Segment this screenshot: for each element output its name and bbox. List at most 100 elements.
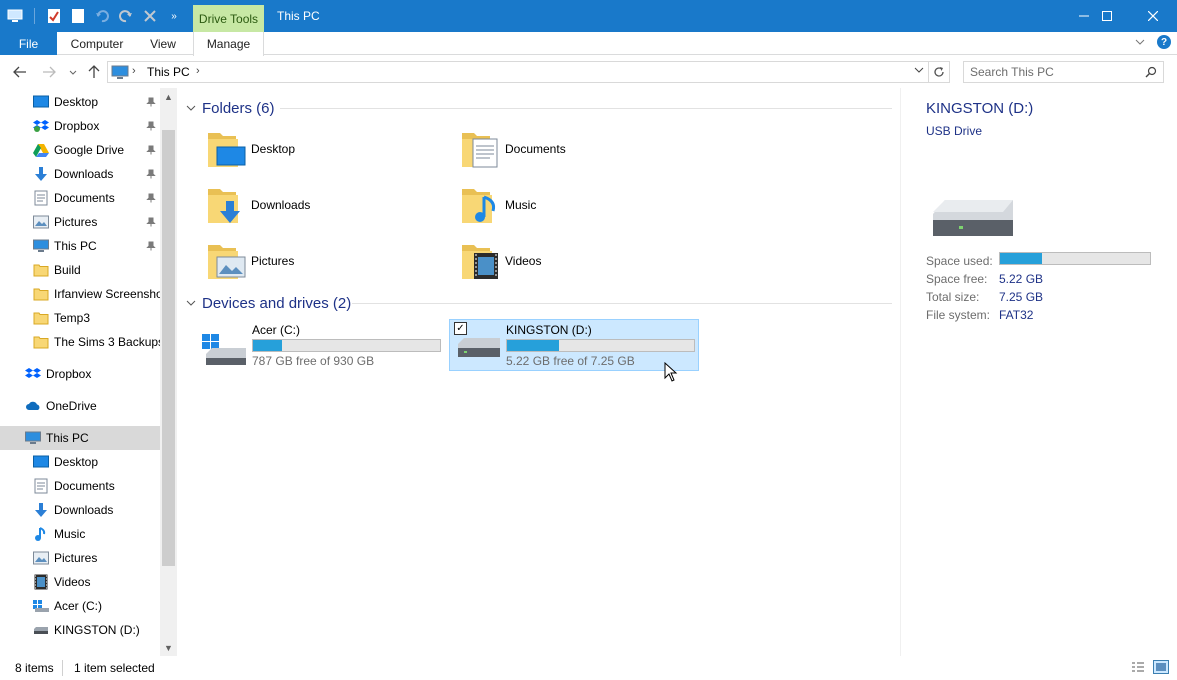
pc-icon[interactable]	[6, 7, 24, 25]
refresh-button[interactable]	[929, 61, 950, 83]
up-button[interactable]	[85, 63, 103, 81]
folder-music[interactable]: Music	[456, 177, 706, 233]
redo-icon[interactable]	[117, 7, 135, 25]
nav-item-dropbox-root[interactable]: Dropbox	[0, 362, 160, 386]
scroll-up-icon[interactable]: ▲	[160, 88, 177, 105]
drive-usage-fill	[507, 340, 560, 351]
nav-item-dropbox[interactable]: Dropbox	[0, 114, 160, 138]
drive-kingston-d[interactable]: ✓ KINGSTON (D:) 5.22 GB free of 7.25 GB	[449, 319, 699, 371]
nav-item-irfanview-screenshots[interactable]: Irfanview Screenshots	[0, 282, 160, 306]
folder-downloads[interactable]: Downloads	[202, 177, 452, 233]
pin-icon[interactable]	[146, 192, 156, 206]
nav-item-documents[interactable]: Documents	[0, 186, 160, 210]
nav-item-google-drive[interactable]: Google Drive	[0, 138, 160, 162]
details-pane: KINGSTON (D:) USB Drive Space used: Spac…	[900, 88, 1177, 656]
file-system-label: File system:	[926, 308, 991, 322]
pin-icon[interactable]	[146, 168, 156, 182]
pin-icon[interactable]	[146, 240, 156, 254]
search-icon[interactable]	[1145, 66, 1157, 81]
details-view-button[interactable]	[1130, 660, 1146, 674]
nav-item-onedrive[interactable]: OneDrive	[0, 394, 160, 418]
downloads-icon	[33, 502, 49, 518]
expand-ribbon-icon[interactable]	[1135, 37, 1145, 48]
collapse-chevron-icon[interactable]	[186, 102, 196, 114]
tab-manage[interactable]: Manage	[193, 32, 264, 56]
space-free-value: 5.22 GB	[999, 272, 1044, 286]
videos-folder-icon	[460, 239, 500, 283]
maximize-icon	[1102, 11, 1112, 21]
nav-item-this-pc[interactable]: This PC	[0, 426, 160, 450]
drive-tools-context-tab[interactable]: Drive Tools	[193, 5, 264, 32]
properties-icon[interactable]	[45, 7, 63, 25]
folder-icon	[33, 334, 49, 350]
nav-scrollbar-thumb[interactable]	[162, 130, 175, 566]
breadcrumb-this-pc[interactable]: This PC	[147, 65, 190, 79]
status-divider	[62, 660, 63, 676]
address-bar[interactable]: › This PC ›	[107, 61, 929, 83]
nav-item-temp3[interactable]: Temp3	[0, 306, 160, 330]
help-icon[interactable]: ?	[1157, 35, 1171, 49]
drives-group-header[interactable]: Devices and drives (2)	[186, 293, 892, 313]
folder-documents[interactable]: Documents	[456, 121, 706, 177]
space-used-bar	[999, 252, 1151, 265]
nav-item-pc-acer-c[interactable]: Acer (C:)	[0, 594, 160, 618]
drive-name: KINGSTON (D:)	[506, 323, 592, 337]
pin-icon[interactable]	[146, 96, 156, 110]
recent-locations-button[interactable]	[64, 63, 82, 81]
nav-item-pc-kingston-d[interactable]: KINGSTON (D:)	[0, 618, 160, 642]
nav-item-label: Desktop	[54, 95, 99, 109]
nav-item-label: Downloads	[54, 503, 114, 517]
folder-label: Videos	[505, 254, 542, 268]
pin-icon[interactable]	[146, 144, 156, 158]
pin-icon[interactable]	[146, 216, 156, 230]
nav-item-pictures[interactable]: Pictures	[0, 210, 160, 234]
nav-item-pc-downloads[interactable]: Downloads	[0, 498, 160, 522]
more-commands-icon[interactable]: »	[165, 7, 183, 25]
tab-view[interactable]: View	[140, 32, 186, 55]
close-button[interactable]	[1130, 0, 1176, 32]
drive-free-space: 5.22 GB free of 7.25 GB	[506, 354, 635, 368]
file-system-value: FAT32	[999, 308, 1034, 322]
nav-item-label: Pictures	[54, 551, 98, 565]
toolbar-separator	[34, 8, 35, 24]
pin-icon[interactable]	[146, 120, 156, 134]
folder-pictures[interactable]: Pictures	[202, 233, 452, 289]
search-input[interactable]	[970, 65, 1140, 79]
nav-item-desktop[interactable]: Desktop	[0, 90, 160, 114]
drives-group-title: Devices and drives (2)	[202, 294, 352, 312]
maximize-button[interactable]	[1084, 0, 1130, 32]
delete-icon[interactable]	[141, 7, 159, 25]
nav-item-pc-pictures[interactable]: Pictures	[0, 546, 160, 570]
tab-computer[interactable]: Computer	[62, 32, 132, 55]
address-dropdown-icon[interactable]	[914, 65, 924, 76]
collapse-chevron-icon[interactable]	[186, 297, 196, 309]
mouse-cursor-icon	[664, 361, 678, 385]
forward-button[interactable]	[40, 63, 58, 81]
folder-videos[interactable]: Videos	[456, 233, 706, 289]
nav-item-build[interactable]: Build	[0, 258, 160, 282]
nav-item-label: OneDrive	[46, 399, 97, 413]
nav-item-pc-desktop[interactable]: Desktop	[0, 450, 160, 474]
large-icons-view-button[interactable]	[1153, 660, 1169, 674]
nav-item-pc-music[interactable]: Music	[0, 522, 160, 546]
scroll-down-icon[interactable]: ▼	[160, 639, 177, 656]
nav-item-sims3-backups[interactable]: The Sims 3 Backups	[0, 330, 160, 354]
back-button[interactable]	[11, 63, 29, 81]
details-view-icon	[1132, 662, 1144, 672]
drive-usage-fill	[253, 340, 282, 351]
breadcrumb-chevron-icon[interactable]: ›	[196, 65, 200, 77]
nav-item-downloads[interactable]: Downloads	[0, 162, 160, 186]
tab-file[interactable]: File	[0, 32, 57, 55]
back-arrow-icon	[13, 66, 26, 78]
breadcrumb-chevron-icon[interactable]: ›	[132, 65, 136, 77]
folder-desktop[interactable]: Desktop	[202, 121, 452, 177]
undo-icon[interactable]	[93, 7, 111, 25]
folders-group-header[interactable]: Folders (6)	[186, 98, 892, 118]
nav-item-this-pc-pinned[interactable]: This PC	[0, 234, 160, 258]
drive-acer-c[interactable]: Acer (C:) 787 GB free of 930 GB	[196, 320, 446, 372]
nav-item-pc-videos[interactable]: Videos	[0, 570, 160, 594]
search-box[interactable]	[963, 61, 1164, 83]
nav-item-label: Temp3	[54, 311, 91, 325]
new-folder-icon[interactable]	[69, 7, 87, 25]
nav-item-pc-documents[interactable]: Documents	[0, 474, 160, 498]
